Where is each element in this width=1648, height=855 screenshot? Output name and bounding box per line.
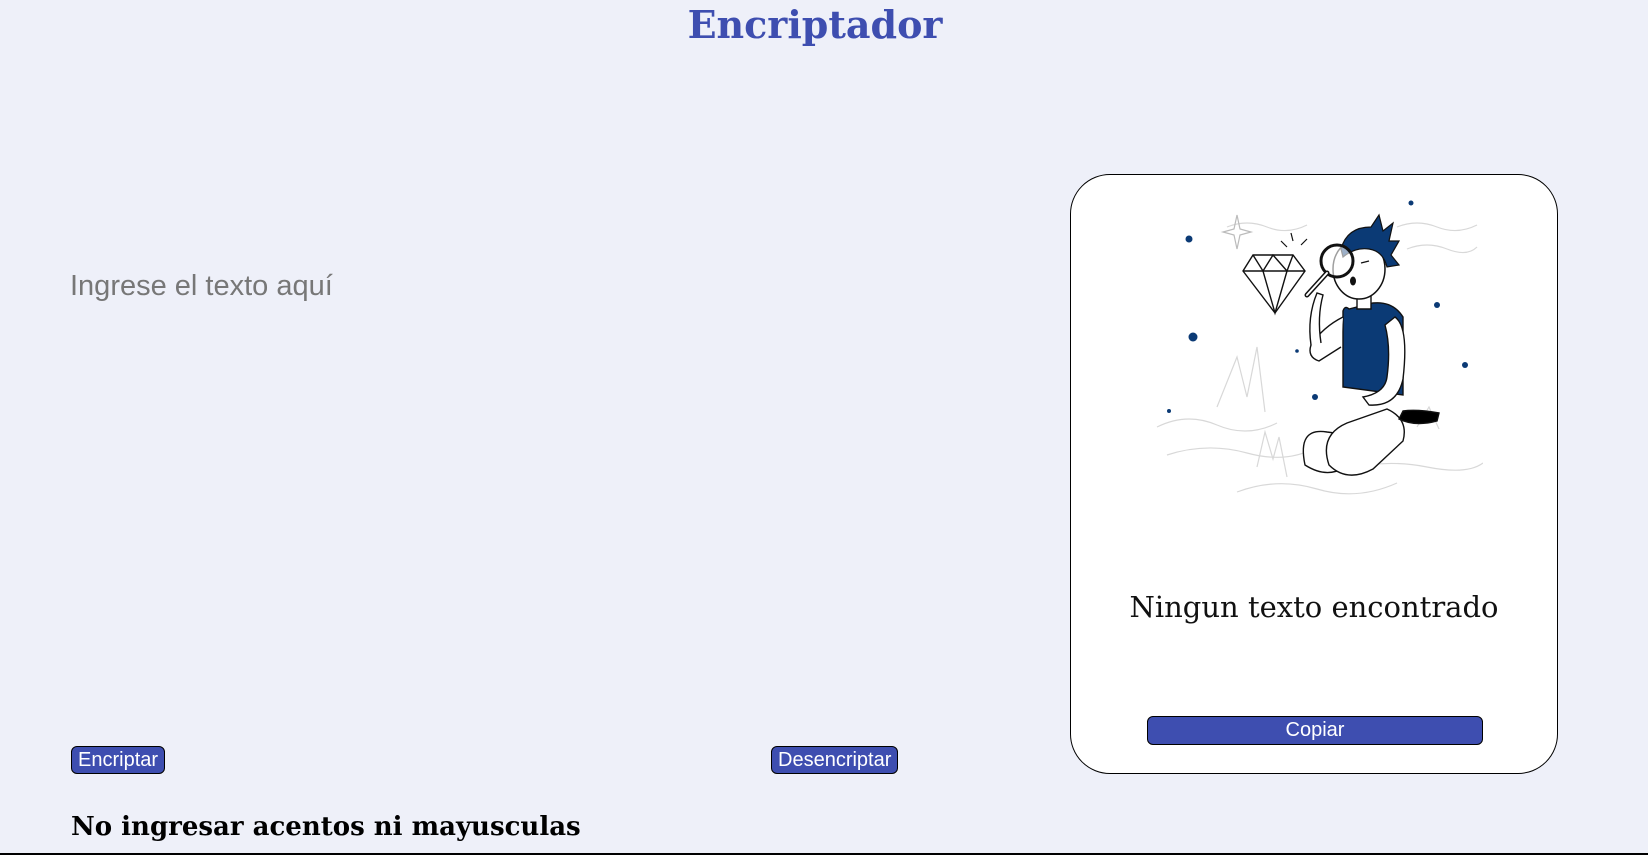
input-warning-text: No ingresar acentos ni mayusculas [71,812,581,842]
result-panel: Ningun texto encontrado Copiar [1070,174,1558,774]
message-input[interactable] [70,270,970,710]
empty-result-message: Ningun texto encontrado [1129,590,1499,624]
search-illustration-icon [1156,200,1483,495]
decrypt-button[interactable]: Desencriptar [771,746,899,774]
copy-button[interactable]: Copiar [1147,716,1483,745]
page-title: Encriptador [687,2,943,47]
encrypt-button[interactable]: Encriptar [71,746,166,774]
